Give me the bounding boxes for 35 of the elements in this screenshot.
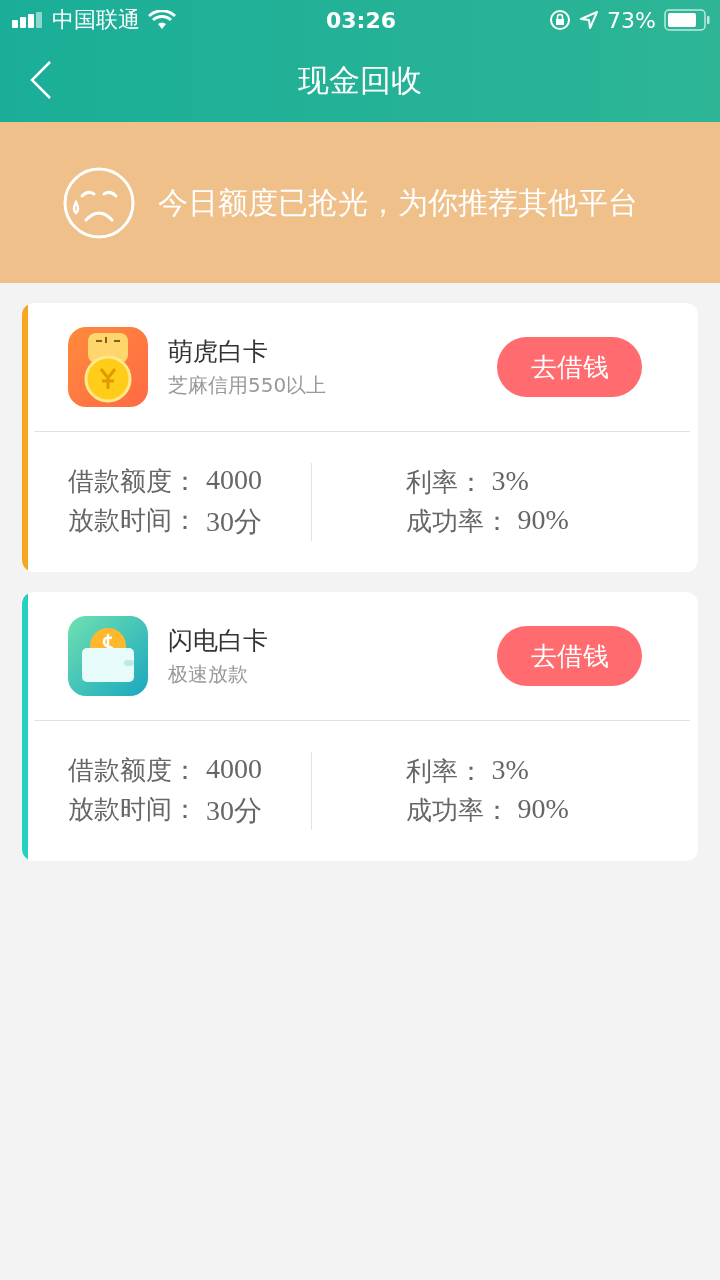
stat-label: 利率： — [405, 755, 484, 788]
tiger-coin-icon — [68, 327, 148, 407]
card-name: 萌虎白卡 — [168, 336, 269, 368]
stat-value: 30分 — [206, 793, 262, 828]
stat-value: 4000 — [206, 463, 262, 497]
stat-label: 放款时间： — [68, 503, 198, 537]
battery-icon — [664, 9, 710, 31]
notice-text: 今日额度已抢光，为你推荐其他平台 — [158, 183, 638, 222]
stat-label: 放款时间： — [68, 792, 198, 826]
stat-label: 借款额度： — [68, 753, 198, 787]
borrow-button[interactable]: 去借钱 — [497, 626, 642, 686]
card-subtitle: 极速放款 — [168, 661, 249, 688]
card-name: 闪电白卡 — [168, 625, 269, 657]
status-time: 03:26 — [326, 7, 396, 33]
rotation-lock-icon — [549, 9, 572, 31]
stat-value: 3% — [491, 465, 529, 498]
page-title: 现金回收 — [298, 61, 422, 100]
stat-value: 90% — [517, 793, 569, 826]
stat-label: 成功率： — [405, 794, 510, 827]
stat-label: 成功率： — [405, 505, 510, 538]
card-subtitle: 芝麻信用550以上 — [168, 372, 328, 399]
stat-value: 3% — [491, 754, 529, 787]
wallet-coin-icon — [68, 616, 148, 696]
stat-label: 借款额度： — [68, 464, 198, 498]
stat-value: 90% — [517, 504, 569, 537]
wifi-icon — [148, 10, 176, 30]
carrier-name: 中国联通 — [52, 6, 140, 34]
borrow-button[interactable]: 去借钱 — [497, 337, 642, 397]
sad-face-icon — [62, 165, 136, 240]
location-icon — [579, 10, 600, 30]
stat-value: 30分 — [206, 504, 262, 539]
stat-label: 利率： — [405, 466, 484, 499]
signal-icon — [12, 12, 44, 28]
stat-value: 4000 — [206, 752, 262, 786]
battery-percent: 73% — [607, 7, 656, 33]
